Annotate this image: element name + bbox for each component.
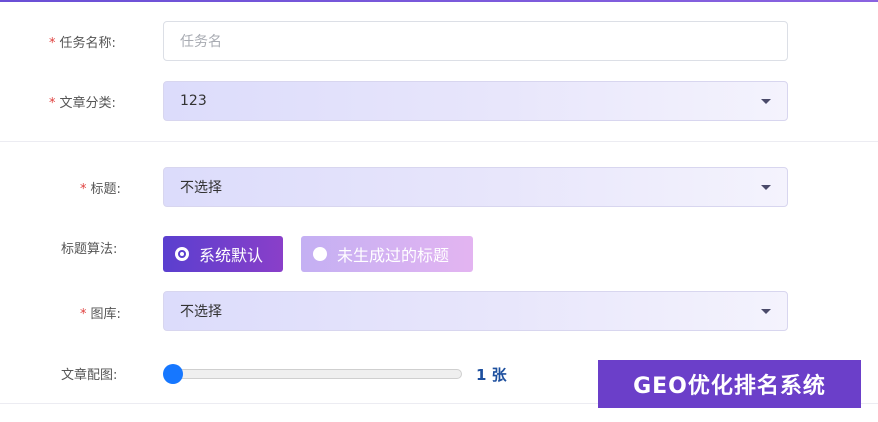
gallery-select[interactable]: 不选择: [163, 291, 788, 331]
gallery-label: * 图库:: [80, 307, 121, 322]
radio-unselected-icon: [313, 247, 327, 261]
caret-down-icon: [761, 99, 771, 104]
caret-down-icon: [761, 309, 771, 314]
brand-badge: GEO优化排名系统: [598, 360, 861, 408]
task-name-placeholder: 任务名: [180, 34, 222, 50]
caret-down-icon: [761, 185, 771, 190]
required-mark: *: [49, 96, 56, 111]
task-name-label: * 任务名称:: [49, 36, 116, 51]
gallery-value: 不选择: [180, 304, 222, 320]
top-accent-bar: [0, 0, 878, 2]
required-mark: *: [80, 182, 87, 197]
article-category-value: 123: [180, 93, 207, 109]
radio-system-default[interactable]: 系统默认: [163, 236, 283, 272]
title-value: 不选择: [180, 180, 222, 196]
task-name-input[interactable]: 任务名: [163, 21, 788, 61]
required-mark: *: [49, 36, 56, 51]
radio-system-default-label: 系统默认: [199, 246, 264, 265]
article-images-slider-handle[interactable]: [163, 364, 183, 384]
article-category-select[interactable]: 123: [163, 81, 788, 121]
section-divider: [0, 141, 878, 142]
title-select[interactable]: 不选择: [163, 167, 788, 207]
title-algorithm-label: 标题算法:: [61, 242, 118, 257]
radio-selected-icon: [175, 247, 189, 261]
article-images-slider-track[interactable]: [172, 369, 462, 379]
article-images-label: 文章配图:: [61, 368, 118, 383]
required-mark: *: [80, 307, 87, 322]
radio-unused-titles[interactable]: 未生成过的标题: [301, 236, 473, 272]
radio-unused-titles-label: 未生成过的标题: [337, 246, 450, 265]
article-images-count: 1 张: [476, 366, 507, 384]
title-label: * 标题:: [80, 182, 121, 197]
article-category-label: * 文章分类:: [49, 96, 116, 111]
